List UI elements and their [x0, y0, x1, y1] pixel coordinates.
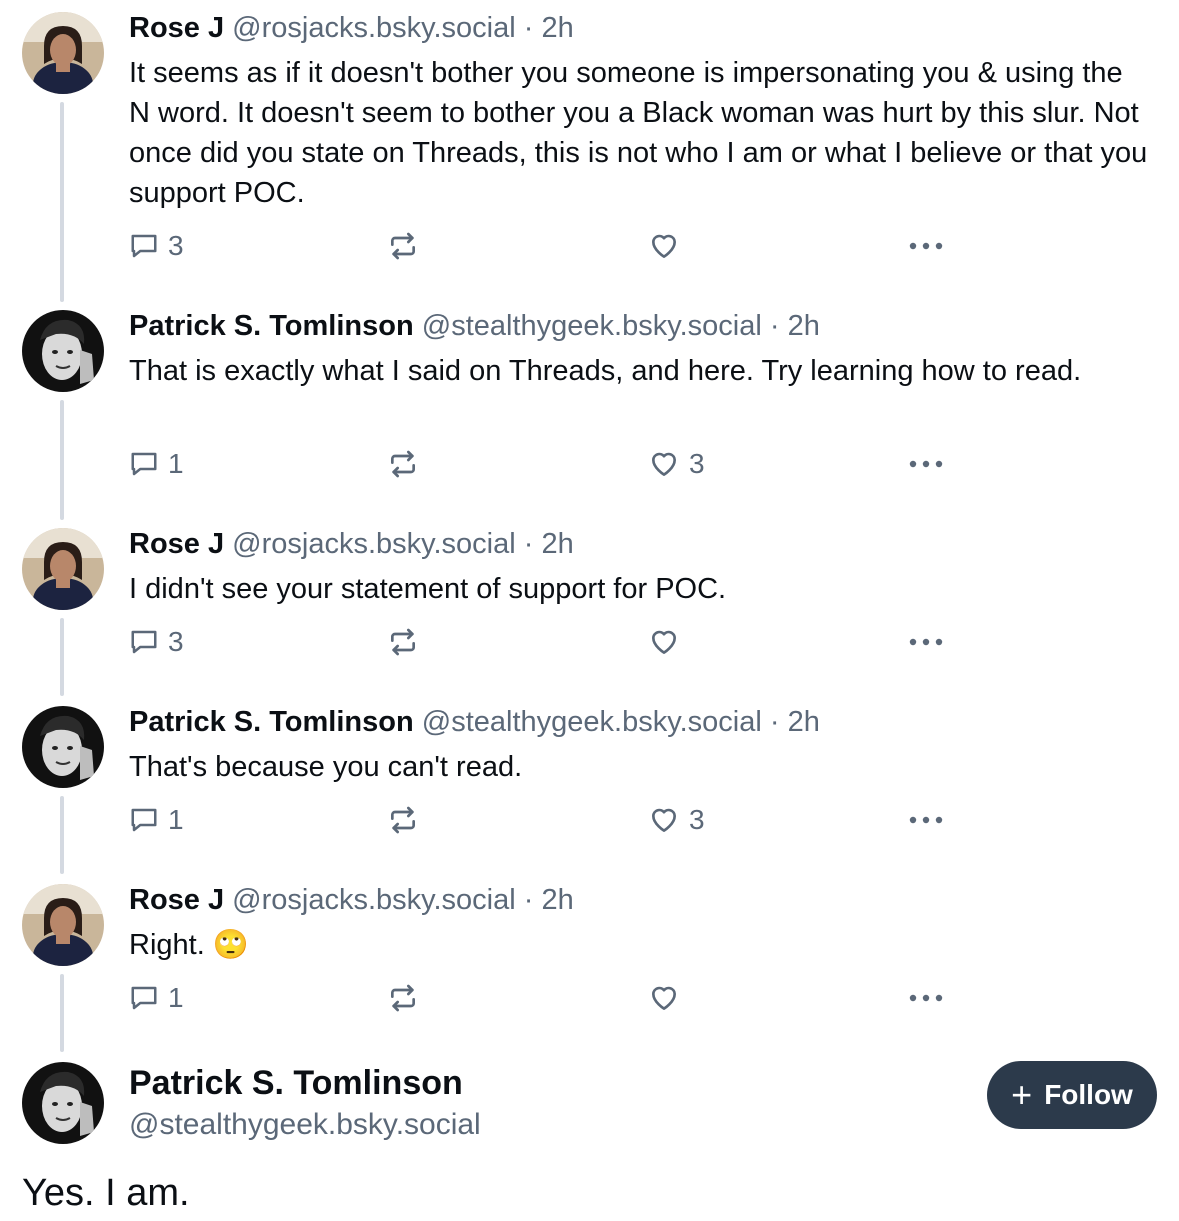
follow-label: Follow: [1044, 1079, 1133, 1110]
author-handle[interactable]: @stealthygeek.bsky.social: [422, 310, 762, 342]
post-header: Patrick S. Tomlinson @stealthygeek.bsky.…: [129, 308, 820, 344]
heart-icon: [652, 630, 676, 654]
repost-button[interactable]: [387, 444, 419, 484]
post-actions: 3: [129, 226, 959, 266]
post-header: Rose J @rosjacks.bsky.social · 2h: [129, 526, 574, 562]
speech-bubble-icon: [131, 452, 157, 476]
separator: ·: [769, 706, 780, 738]
post-actions: 1: [129, 978, 959, 1018]
author-name[interactable]: Patrick S. Tomlinson: [129, 310, 414, 342]
repost-button[interactable]: [387, 800, 419, 840]
avatar[interactable]: [22, 884, 104, 966]
like-button[interactable]: 3: [648, 800, 705, 840]
reply-count: 1: [168, 804, 184, 835]
ellipsis-icon: [909, 460, 943, 468]
post-actions: 3: [129, 622, 959, 662]
post-text: It seems as if it doesn't bother you som…: [129, 57, 1148, 209]
post-time[interactable]: 2h: [788, 706, 820, 738]
avatar[interactable]: [22, 310, 104, 392]
author-name[interactable]: Rose J: [129, 528, 224, 560]
like-count: 3: [689, 448, 705, 479]
author-handle[interactable]: @stealthygeek.bsky.social: [422, 706, 762, 738]
ellipsis-icon: [909, 816, 943, 824]
repost-arrows-icon: [391, 806, 415, 834]
post-header: Patrick S. Tomlinson @stealthygeek.bsky.…: [129, 704, 820, 740]
avatar[interactable]: [22, 528, 104, 610]
separator: ·: [523, 528, 534, 560]
author-name[interactable]: Rose J: [129, 12, 224, 44]
post-actions: 1 3: [129, 444, 959, 484]
heart-icon: [652, 986, 676, 1010]
more-options-button[interactable]: [908, 226, 944, 266]
speech-bubble-icon: [131, 234, 157, 258]
ellipsis-icon: [909, 994, 943, 1002]
reply-count: 1: [168, 448, 184, 479]
post-time[interactable]: 2h: [542, 528, 574, 560]
follow-button[interactable]: + Follow: [987, 1061, 1157, 1129]
post-text: That's because you can't read.: [129, 751, 523, 783]
plus-icon: +: [1011, 1074, 1033, 1115]
reply-button[interactable]: 3: [129, 622, 184, 662]
avatar[interactable]: [22, 12, 104, 94]
separator: ·: [523, 12, 534, 44]
reply-button[interactable]: 1: [129, 800, 184, 840]
thread-line: [60, 400, 64, 520]
speech-bubble-icon: [131, 986, 157, 1010]
repost-button[interactable]: [387, 226, 419, 266]
speech-bubble-icon: [131, 808, 157, 832]
post-time[interactable]: 2h: [542, 884, 574, 916]
main-author-name[interactable]: Patrick S. Tomlinson: [129, 1064, 463, 1103]
post-time[interactable]: 2h: [788, 310, 820, 342]
post-text: I didn't see your statement of support f…: [129, 573, 727, 605]
repost-arrows-icon: [391, 628, 415, 656]
repost-arrows-icon: [391, 232, 415, 260]
like-button[interactable]: 3: [648, 444, 705, 484]
post-header: Rose J @rosjacks.bsky.social · 2h: [129, 10, 574, 46]
author-handle[interactable]: @rosjacks.bsky.social: [232, 884, 516, 916]
post-time[interactable]: 2h: [542, 12, 574, 44]
separator: ·: [523, 884, 534, 916]
repost-arrows-icon: [391, 984, 415, 1012]
like-button[interactable]: [648, 978, 689, 1018]
like-button[interactable]: [648, 226, 689, 266]
thread-line: [60, 796, 64, 874]
more-options-button[interactable]: [908, 800, 944, 840]
avatar[interactable]: [22, 706, 104, 788]
ellipsis-icon: [909, 638, 943, 646]
post-text: Right. 🙄: [129, 929, 249, 961]
repost-button[interactable]: [387, 978, 419, 1018]
repost-button[interactable]: [387, 622, 419, 662]
like-button[interactable]: [648, 622, 689, 662]
main-post-text: Yes. I am.: [22, 1172, 190, 1214]
reply-button[interactable]: 1: [129, 978, 184, 1018]
avatar[interactable]: [22, 1062, 104, 1144]
author-name[interactable]: Patrick S. Tomlinson: [129, 706, 414, 738]
separator: ·: [769, 310, 780, 342]
more-options-button[interactable]: [908, 444, 944, 484]
more-options-button[interactable]: [908, 978, 944, 1018]
reply-button[interactable]: 1: [129, 444, 184, 484]
ellipsis-icon: [909, 242, 943, 250]
like-count: 3: [689, 804, 705, 835]
post-actions: 1 3: [129, 800, 959, 840]
reply-count: 3: [168, 230, 184, 261]
speech-bubble-icon: [131, 630, 157, 654]
heart-icon: [652, 452, 676, 476]
reply-count: 1: [168, 982, 184, 1013]
thread-line: [60, 974, 64, 1052]
main-author-handle[interactable]: @stealthygeek.bsky.social: [129, 1108, 481, 1142]
post-header: Rose J @rosjacks.bsky.social · 2h: [129, 882, 574, 918]
thread-line: [60, 102, 64, 302]
heart-icon: [652, 808, 676, 832]
repost-arrows-icon: [391, 450, 415, 478]
author-handle[interactable]: @rosjacks.bsky.social: [232, 528, 516, 560]
reply-count: 3: [168, 626, 184, 657]
reply-button[interactable]: 3: [129, 226, 184, 266]
thread-line: [60, 618, 64, 696]
post-text: That is exactly what I said on Threads, …: [129, 355, 1082, 387]
more-options-button[interactable]: [908, 622, 944, 662]
author-handle[interactable]: @rosjacks.bsky.social: [232, 12, 516, 44]
heart-icon: [652, 234, 676, 258]
author-name[interactable]: Rose J: [129, 884, 224, 916]
